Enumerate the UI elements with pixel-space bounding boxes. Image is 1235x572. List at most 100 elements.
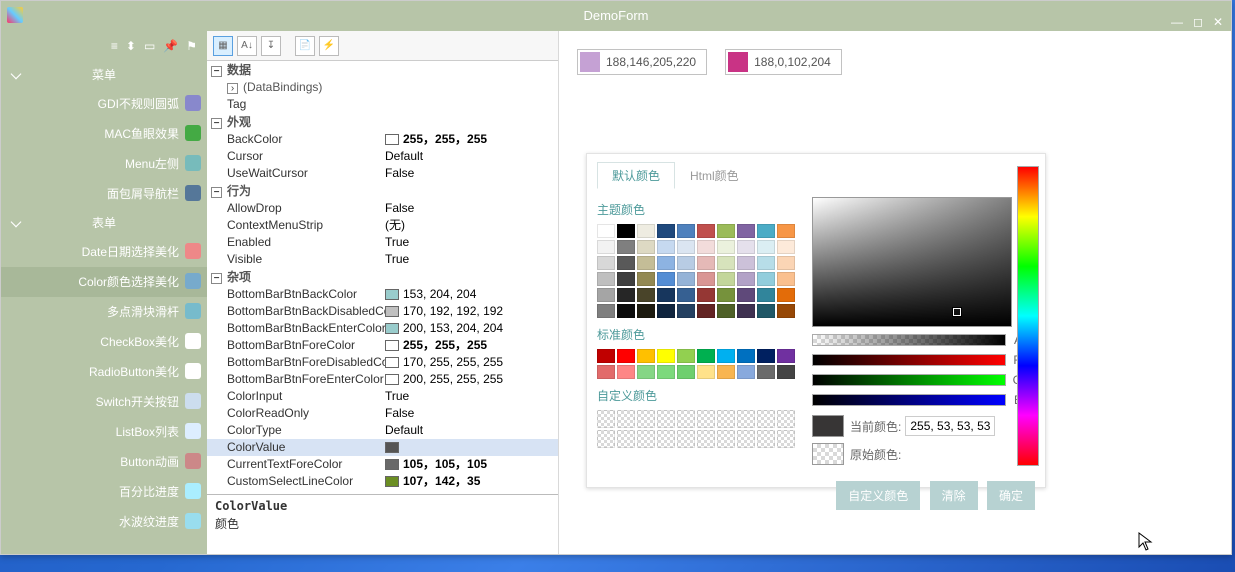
- palette-color[interactable]: [737, 304, 755, 318]
- minimize-icon[interactable]: —: [1171, 7, 1183, 37]
- palette-color[interactable]: [757, 304, 775, 318]
- palette-empty-slot[interactable]: [657, 410, 675, 428]
- palette-empty-slot[interactable]: [637, 410, 655, 428]
- sidebar-item[interactable]: GDI不规则圆弧: [1, 89, 207, 119]
- palette-empty-slot[interactable]: [597, 410, 615, 428]
- sidebar-group-header[interactable]: 菜单: [1, 61, 207, 89]
- tab-html-colors[interactable]: Html颜色: [675, 162, 754, 189]
- palette-color[interactable]: [677, 304, 695, 318]
- palette-empty-slot[interactable]: [697, 410, 715, 428]
- color-field[interactable]: [812, 197, 1012, 327]
- palette-color[interactable]: [737, 288, 755, 302]
- sidebar-layout-icon[interactable]: ▭: [144, 39, 155, 53]
- prop-value[interactable]: True: [385, 251, 558, 268]
- palette-color[interactable]: [597, 240, 615, 254]
- palette-empty-slot[interactable]: [617, 430, 635, 448]
- standard-palette[interactable]: [597, 349, 802, 379]
- palette-color[interactable]: [717, 288, 735, 302]
- prop-value[interactable]: True: [385, 388, 558, 405]
- prop-category[interactable]: 行为: [207, 182, 558, 200]
- palette-empty-slot[interactable]: [657, 430, 675, 448]
- prop-row[interactable]: BottomBarBtnForeColor255，255，255: [207, 337, 558, 354]
- palette-color[interactable]: [677, 256, 695, 270]
- prop-row[interactable]: BottomBarBtnBackEnterColor200, 153, 204,…: [207, 320, 558, 337]
- alpha-slider[interactable]: A: [812, 333, 1022, 347]
- sidebar-item[interactable]: CheckBox美化: [1, 327, 207, 357]
- prop-value[interactable]: 200, 255, 255, 255: [385, 371, 558, 388]
- prop-value[interactable]: False: [385, 200, 558, 217]
- palette-color[interactable]: [737, 240, 755, 254]
- palette-color[interactable]: [737, 365, 755, 379]
- prop-row[interactable]: ColorReadOnlyFalse: [207, 405, 558, 422]
- sidebar-item[interactable]: 面包屑导航栏: [1, 179, 207, 209]
- palette-color[interactable]: [617, 288, 635, 302]
- expand-toggle-icon[interactable]: [211, 273, 222, 284]
- palette-color[interactable]: [657, 304, 675, 318]
- palette-color[interactable]: [677, 240, 695, 254]
- palette-color[interactable]: [757, 365, 775, 379]
- palette-color[interactable]: [737, 256, 755, 270]
- palette-color[interactable]: [757, 288, 775, 302]
- palette-color[interactable]: [717, 224, 735, 238]
- prop-category[interactable]: 数据: [207, 61, 558, 79]
- current-color-input[interactable]: [905, 416, 995, 436]
- tab-default-colors[interactable]: 默认颜色: [597, 162, 675, 189]
- prop-value[interactable]: True: [385, 234, 558, 251]
- prop-value[interactable]: [385, 96, 558, 113]
- maximize-icon[interactable]: ◻: [1193, 7, 1203, 37]
- expand-toggle-icon[interactable]: [211, 118, 222, 129]
- palette-color[interactable]: [597, 256, 615, 270]
- prop-category[interactable]: 杂项: [207, 268, 558, 286]
- sidebar-group-header[interactable]: 表单: [1, 209, 207, 237]
- sidebar-item[interactable]: 水波纹进度: [1, 507, 207, 537]
- sidebar-menu-icon[interactable]: ≡: [111, 39, 118, 53]
- palette-color[interactable]: [617, 365, 635, 379]
- palette-color[interactable]: [777, 256, 795, 270]
- palette-empty-slot[interactable]: [717, 430, 735, 448]
- prop-row[interactable]: BackColor255，255，255: [207, 131, 558, 148]
- palette-color[interactable]: [657, 288, 675, 302]
- palette-color[interactable]: [697, 365, 715, 379]
- prop-row[interactable]: BottomBarBtnForeEnterColor200, 255, 255,…: [207, 371, 558, 388]
- prop-row[interactable]: ColorTypeDefault: [207, 422, 558, 439]
- prop-value[interactable]: 255，255，255: [385, 337, 558, 354]
- palette-color[interactable]: [757, 349, 775, 363]
- prop-value[interactable]: False: [385, 405, 558, 422]
- propgrid-props-icon[interactable]: 📄: [295, 36, 315, 56]
- palette-color[interactable]: [637, 304, 655, 318]
- palette-color[interactable]: [657, 224, 675, 238]
- prop-value[interactable]: 105，105，105: [385, 456, 558, 473]
- sidebar-item[interactable]: Switch开关按钮: [1, 387, 207, 417]
- palette-empty-slot[interactable]: [757, 410, 775, 428]
- palette-empty-slot[interactable]: [737, 410, 755, 428]
- sidebar-item[interactable]: 多点滑块滑杆: [1, 297, 207, 327]
- sidebar-item[interactable]: ListBox列表: [1, 417, 207, 447]
- green-slider[interactable]: G: [812, 373, 1022, 387]
- prop-row[interactable]: CursorDefault: [207, 148, 558, 165]
- palette-color[interactable]: [737, 224, 755, 238]
- propgrid-sort-button[interactable]: ↧: [261, 36, 281, 56]
- palette-color[interactable]: [777, 304, 795, 318]
- palette-color[interactable]: [617, 304, 635, 318]
- palette-empty-slot[interactable]: [777, 430, 795, 448]
- blue-slider[interactable]: B: [812, 393, 1022, 407]
- prop-row[interactable]: BottomBarBtnBackDisabledColor170, 192, 1…: [207, 303, 558, 320]
- propgrid-events-icon[interactable]: ⚡: [319, 36, 339, 56]
- palette-color[interactable]: [637, 349, 655, 363]
- palette-color[interactable]: [677, 224, 695, 238]
- palette-color[interactable]: [737, 349, 755, 363]
- palette-color[interactable]: [777, 240, 795, 254]
- sidebar-item[interactable]: MAC鱼眼效果: [1, 119, 207, 149]
- palette-color[interactable]: [717, 256, 735, 270]
- palette-color[interactable]: [697, 272, 715, 286]
- palette-color[interactable]: [777, 224, 795, 238]
- palette-color[interactable]: [617, 240, 635, 254]
- palette-color[interactable]: [657, 349, 675, 363]
- palette-color[interactable]: [777, 365, 795, 379]
- prop-value[interactable]: Default: [385, 422, 558, 439]
- palette-empty-slot[interactable]: [697, 430, 715, 448]
- palette-empty-slot[interactable]: [617, 410, 635, 428]
- palette-color[interactable]: [697, 240, 715, 254]
- sidebar-item[interactable]: Button动画: [1, 447, 207, 477]
- sidebar-item[interactable]: Date日期选择美化: [1, 237, 207, 267]
